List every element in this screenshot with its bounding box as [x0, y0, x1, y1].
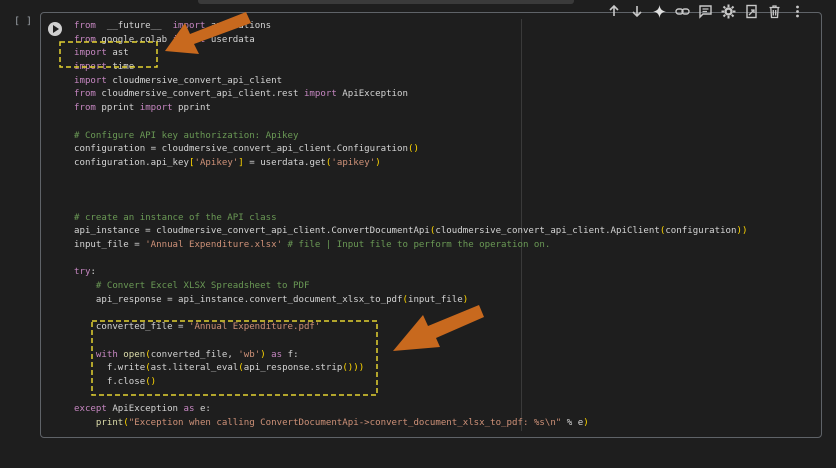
highlight-box-write	[91, 320, 378, 396]
arrow-to-write	[393, 305, 484, 351]
highlight-box-import	[59, 41, 158, 68]
annotation-layer	[59, 12, 484, 396]
arrow-to-import	[165, 12, 251, 54]
